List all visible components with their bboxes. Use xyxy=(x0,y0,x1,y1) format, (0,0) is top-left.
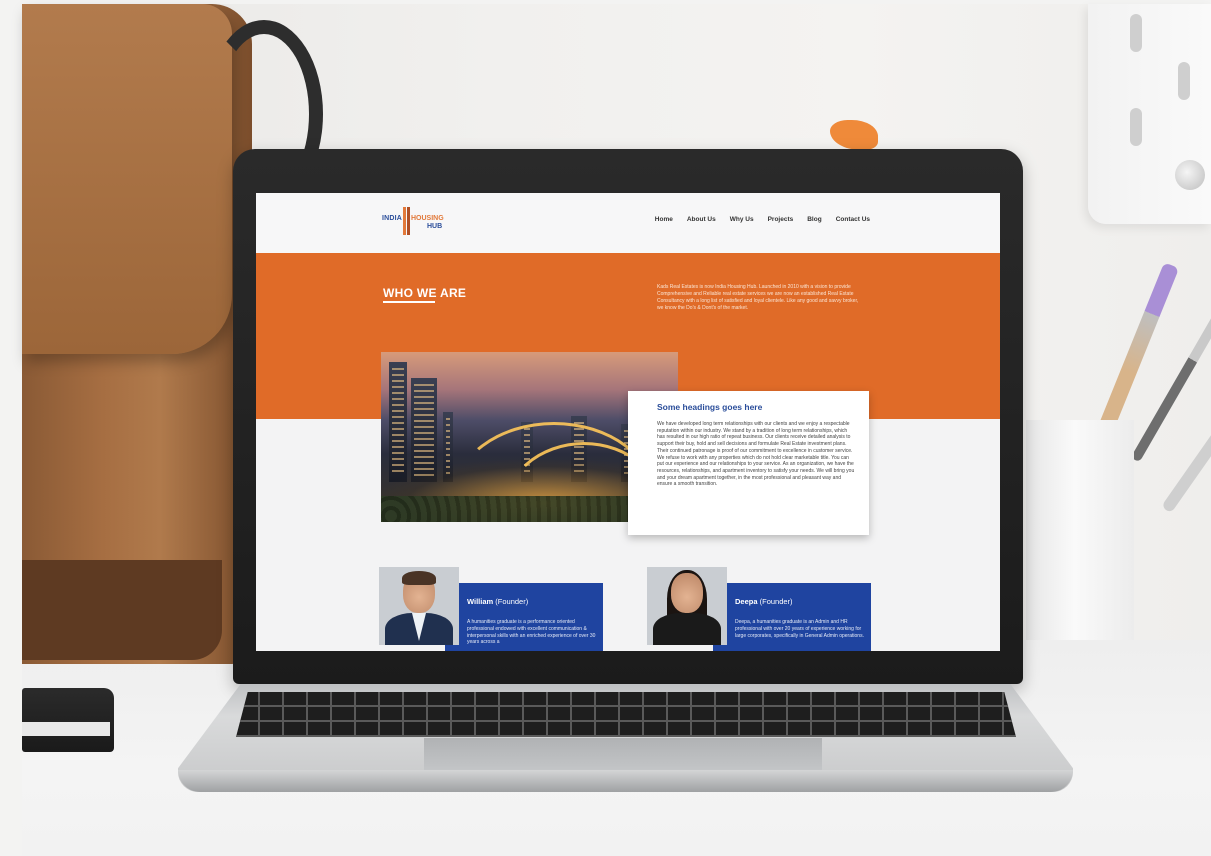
site-header: INDIA HOUSING HUB Home About Us Why Us P… xyxy=(256,193,1000,253)
laptop-trackpad xyxy=(424,738,822,770)
team-name-line: Deepa (Founder) xyxy=(735,597,793,606)
nav-about-us[interactable]: About Us xyxy=(687,216,716,223)
nav-projects[interactable]: Projects xyxy=(768,216,794,223)
team-member-deepa: Deepa (Founder) Deepa, a humanities grad… xyxy=(647,567,872,651)
avatar xyxy=(379,567,459,645)
team-bio: Deepa, a humanities graduate is an Admin… xyxy=(735,619,864,639)
bag-bottom xyxy=(22,560,222,660)
site-logo[interactable]: INDIA HOUSING HUB xyxy=(382,205,452,239)
notebook-pages xyxy=(22,722,110,736)
portrait-face xyxy=(671,573,703,613)
team-panel xyxy=(713,583,871,651)
avatar xyxy=(647,567,727,645)
brush-cup xyxy=(1026,420,1134,668)
info-card: Some headings goes here We have develope… xyxy=(628,391,869,535)
nav-contact-us[interactable]: Contact Us xyxy=(836,216,870,223)
shelf-slot xyxy=(1178,62,1190,100)
card-heading: Some headings goes here xyxy=(657,402,763,412)
wall-shelf xyxy=(1088,4,1211,224)
team-name: Deepa xyxy=(735,597,758,606)
team-bio: A humanities graduate is a performance o… xyxy=(467,619,596,646)
main-nav: Home About Us Why Us Projects Blog Conta… xyxy=(655,216,870,223)
shelf-slot xyxy=(1130,108,1142,146)
team-name-line: William (Founder) xyxy=(467,597,528,606)
portrait-suit xyxy=(653,613,721,645)
notebook xyxy=(22,688,114,752)
team-role: (Founder) xyxy=(495,597,529,606)
logo-text-hub: HUB xyxy=(427,223,443,230)
section-title: WHO WE ARE xyxy=(383,286,467,300)
nav-home[interactable]: Home xyxy=(655,216,673,223)
laptop-screen: INDIA HOUSING HUB Home About Us Why Us P… xyxy=(256,193,1000,651)
team-member-william: William (Founder) A humanities graduate … xyxy=(379,567,604,651)
team-role: (Founder) xyxy=(759,597,793,606)
card-body: We have developed long term relationship… xyxy=(657,421,855,488)
laptop-base-edge xyxy=(178,770,1073,792)
logo-text-housing: HOUSING xyxy=(411,215,444,222)
team-name: William xyxy=(467,597,494,606)
bag-flap xyxy=(22,4,232,354)
portrait-hair xyxy=(402,571,436,585)
keyboard-rows xyxy=(236,692,1016,737)
logo-text-india: INDIA xyxy=(382,215,403,222)
shelf-slot xyxy=(1130,14,1142,52)
nav-blog[interactable]: Blog xyxy=(807,216,821,223)
nav-why-us[interactable]: Why Us xyxy=(730,216,754,223)
title-underline xyxy=(383,301,435,303)
wall-knob xyxy=(1175,160,1205,190)
photo-scene: INDIA HOUSING HUB Home About Us Why Us P… xyxy=(0,0,1211,856)
intro-text: Kads Real Estates is now India Housing H… xyxy=(657,284,859,311)
